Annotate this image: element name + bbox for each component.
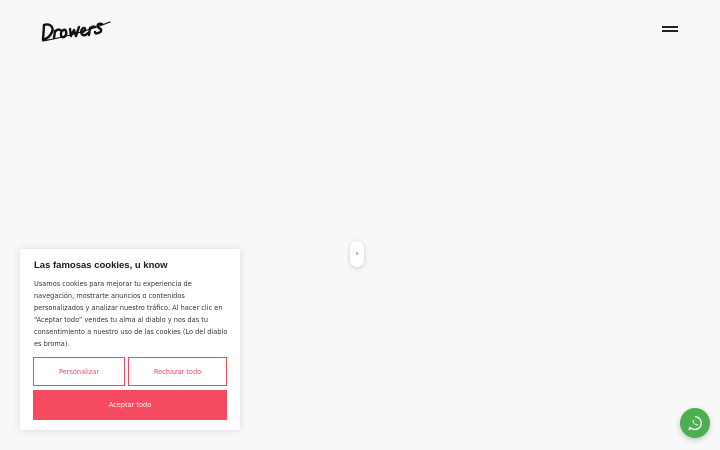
reject-all-cookies-button[interactable]: Rechazar todo (128, 357, 227, 386)
slider-next-handle[interactable]: › (350, 241, 364, 267)
hamburger-menu-button[interactable] (660, 22, 680, 36)
accept-all-cookies-button[interactable]: Aceptar todo (33, 390, 227, 420)
cookie-consent-banner: Las famosas cookies, u know Usamos cooki… (20, 249, 240, 430)
hamburger-line (662, 26, 678, 28)
whatsapp-icon (688, 415, 702, 431)
hamburger-line (662, 30, 678, 32)
customize-cookies-button[interactable]: Personalizar (33, 357, 125, 386)
brand-logo[interactable] (40, 16, 114, 44)
whatsapp-chat-button[interactable] (680, 408, 710, 438)
logo-wordmark (41, 21, 111, 42)
chevron-right-icon: › (355, 249, 359, 259)
cookie-banner-title: Las famosas cookies, u know (34, 260, 168, 271)
cookie-banner-description: Usamos cookies para mejorar tu experienc… (34, 280, 228, 348)
